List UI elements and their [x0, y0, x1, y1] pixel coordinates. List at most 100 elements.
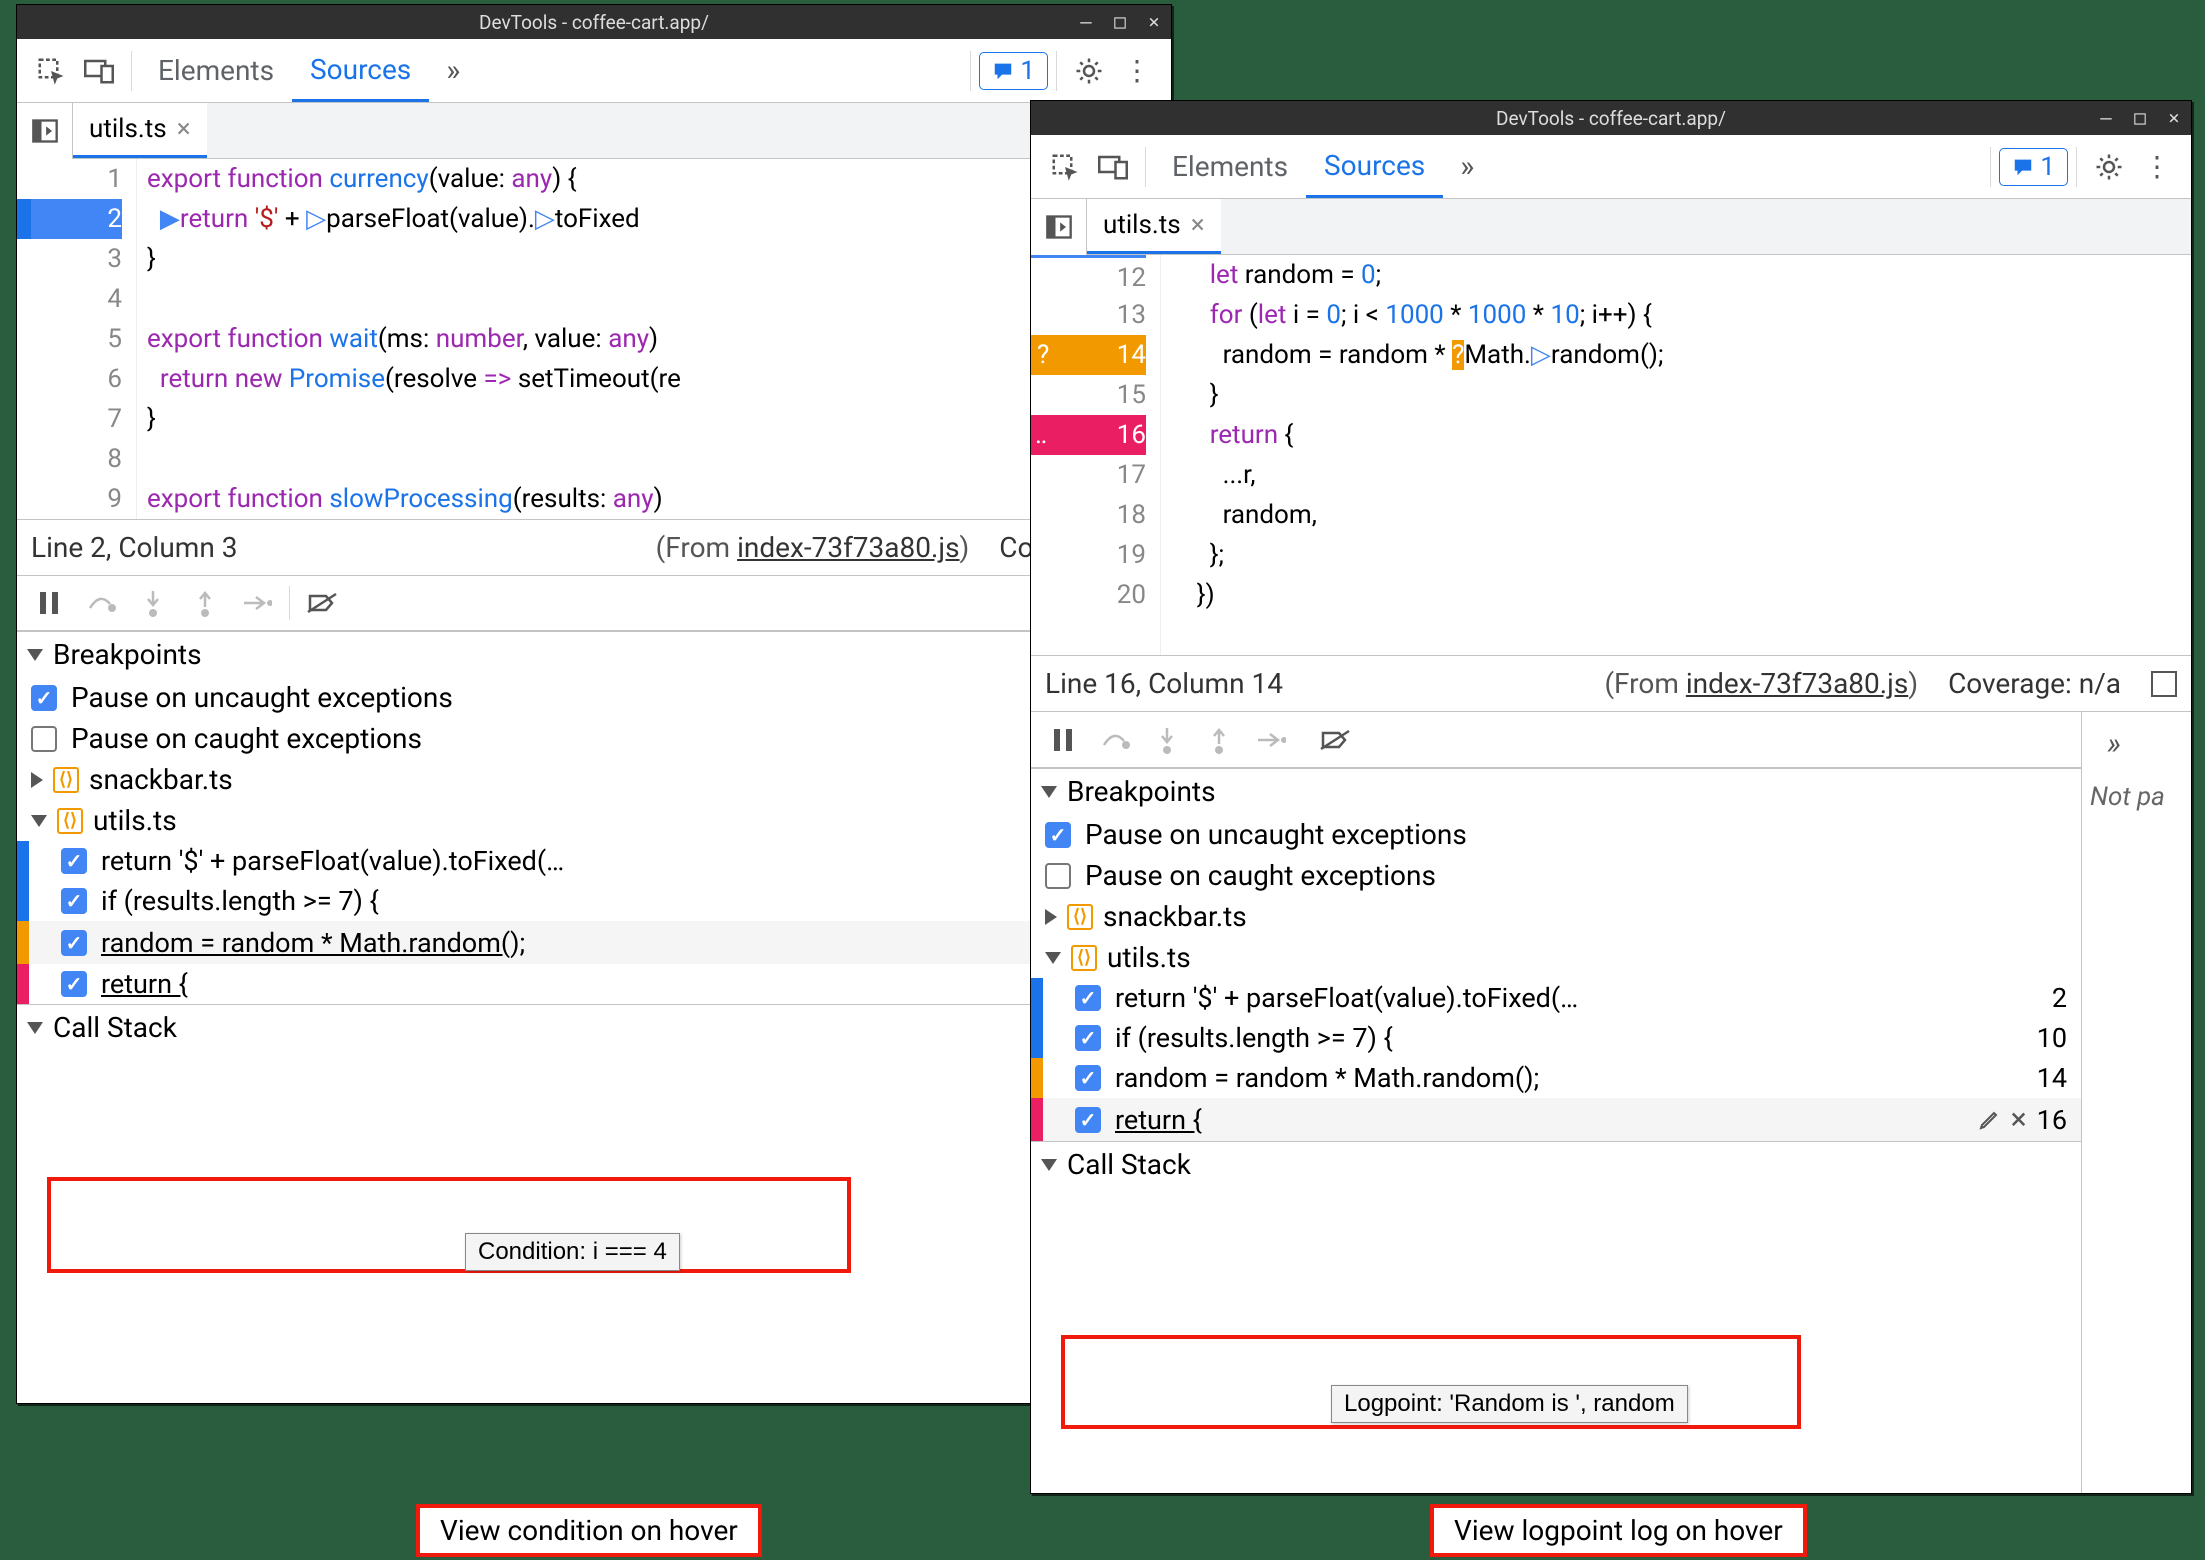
bp-file-snackbar[interactable]: ⟨⟩snackbar.ts [1031, 896, 2081, 937]
bp-file-utils[interactable]: ⟨⟩utils.ts [1031, 937, 2081, 978]
kebab-menu-icon[interactable]: ⋮ [1113, 47, 1161, 95]
file-tab-utils[interactable]: utils.ts × [73, 103, 207, 158]
deactivate-breakpoints-icon[interactable] [296, 577, 348, 629]
devtools-window-1: DevTools - coffee-cart.app/ — □ × Elemen… [16, 4, 1172, 1404]
tab-elements[interactable]: Elements [1154, 135, 1306, 198]
step-out-icon [179, 577, 231, 629]
devtools-window-2: DevTools - coffee-cart.app/ — □ × Elemen… [1030, 100, 2192, 1494]
minimize-button[interactable]: — [2089, 101, 2123, 135]
editor-statusbar: Line 16, Column 14 (From index-73f73a80.… [1031, 655, 2191, 711]
window-title: DevTools - coffee-cart.app/ [479, 11, 709, 34]
highlight-box [47, 1177, 851, 1273]
inspect-icon[interactable] [27, 47, 75, 95]
tabs-overflow-icon[interactable]: » [429, 47, 477, 95]
close-tab-icon[interactable]: × [177, 114, 191, 144]
tooltip: Condition: i === 4 [465, 1233, 680, 1271]
step-out-icon [1193, 714, 1245, 766]
file-tabbar: utils.ts× [1031, 199, 2191, 255]
settings-icon[interactable] [2085, 143, 2133, 191]
navigator-toggle-icon[interactable] [1031, 199, 1087, 255]
bp-row[interactable]: ✓return '$' + parseFloat(value).toFixed(… [1031, 978, 2081, 1018]
tab-elements[interactable]: Elements [140, 39, 292, 102]
code-area[interactable]: export function currency(value: any) { ▶… [137, 159, 681, 519]
file-tab-utils[interactable]: utils.ts× [1087, 199, 1221, 254]
close-tab-icon[interactable]: × [1191, 210, 1205, 240]
messages-badge[interactable]: 1 [1999, 148, 2068, 186]
call-stack-header[interactable]: Call Stack [17, 1005, 1171, 1050]
bp-row[interactable]: ✓return {16 [17, 964, 1171, 1004]
deactivate-breakpoints-icon[interactable] [1309, 714, 1361, 766]
pause-caught-row[interactable]: Pause on caught exceptions [17, 718, 1171, 759]
checkbox-icon[interactable]: ✓ [1075, 1107, 1101, 1133]
inspect-icon[interactable] [1041, 143, 1089, 191]
checkbox-icon[interactable]: ✓ [1045, 822, 1071, 848]
bp-file-snackbar[interactable]: ⟨⟩snackbar.ts [17, 759, 1171, 800]
titlebar: DevTools - coffee-cart.app/ — □ × [1031, 101, 2191, 135]
step-over-icon [75, 577, 127, 629]
debugger-toolbar [17, 575, 1171, 631]
bp-file-utils[interactable]: ⟨⟩utils.ts [17, 800, 1171, 841]
step-into-icon [127, 577, 179, 629]
code-area[interactable]: let random = 0; for (let i = 0; i < 1000… [1161, 255, 1663, 655]
bp-row[interactable]: ✓if (results.length >= 7) {10 [1031, 1018, 2081, 1058]
call-stack-panel: Call Stack [17, 1004, 1171, 1050]
breakpoints-header[interactable]: Breakpoints [17, 632, 1171, 677]
pause-caught-row[interactable]: Pause on caught exceptions [1031, 855, 2081, 896]
tab-sources[interactable]: Sources [292, 39, 429, 102]
device-toggle-icon[interactable] [75, 47, 123, 95]
coverage-status: Coverage: n/a [1948, 667, 2121, 700]
checkbox-icon[interactable]: ✓ [1075, 1065, 1101, 1091]
breakpoints-panel: Breakpoints ✓Pause on uncaught exception… [17, 631, 1171, 1004]
bp-row[interactable]: ✓return '$' + parseFloat(value).toFixed(… [17, 841, 1171, 881]
remove-icon[interactable]: × [2011, 1102, 2027, 1137]
tab-sources[interactable]: Sources [1306, 135, 1443, 198]
debugger-toolbar [1031, 712, 2081, 768]
pause-icon[interactable] [1037, 714, 1089, 766]
maximize-button[interactable]: □ [2123, 101, 2157, 135]
checkbox-icon[interactable]: ✓ [1075, 985, 1101, 1011]
right-pane: » Not pa [2081, 712, 2191, 1493]
coverage-toggle-icon[interactable] [2151, 671, 2177, 697]
bp-row[interactable]: ✓if (results.length >= 7) {10 [17, 881, 1171, 921]
checkbox-icon[interactable]: ✓ [31, 685, 57, 711]
code-editor[interactable]: 1 2 3 4 5 6 7 8 9 export function curren… [17, 159, 1171, 519]
device-toggle-icon[interactable] [1089, 143, 1137, 191]
checkbox-icon[interactable]: ✓ [61, 888, 87, 914]
bp-row-logpoint[interactable]: ✓return { × 16 [1031, 1098, 2081, 1141]
tooltip: Logpoint: 'Random is ', random [1331, 1385, 1688, 1423]
pause-uncaught-row[interactable]: ✓Pause on uncaught exceptions [1031, 814, 2081, 855]
pause-icon[interactable] [23, 577, 75, 629]
navigator-toggle-icon[interactable] [17, 103, 73, 159]
editor-statusbar: Line 2, Column 3 (From index-73f73a80.js… [17, 519, 1171, 575]
tabs-overflow-icon[interactable]: » [1443, 143, 1491, 191]
main-toolbar: Elements Sources » 1 ⋮ [1031, 135, 2191, 199]
messages-badge[interactable]: 1 [979, 52, 1048, 90]
step-into-icon [1141, 714, 1193, 766]
call-stack-header[interactable]: Call Stack [1031, 1142, 2081, 1187]
close-button[interactable]: × [1137, 5, 1171, 39]
pause-uncaught-row[interactable]: ✓Pause on uncaught exceptions [17, 677, 1171, 718]
bp-row-conditional[interactable]: ✓random = random * Math.random(); × 14 [17, 921, 1171, 964]
checkbox-icon[interactable]: ✓ [1075, 1025, 1101, 1051]
minimize-button[interactable]: — [1069, 5, 1103, 39]
call-stack-panel: Call Stack [1031, 1141, 2081, 1187]
close-button[interactable]: × [2157, 101, 2191, 135]
maximize-button[interactable]: □ [1103, 5, 1137, 39]
checkbox-icon[interactable]: ✓ [61, 971, 87, 997]
main-toolbar: Elements Sources » 1 ⋮ [17, 39, 1171, 103]
checkbox-icon[interactable]: ✓ [61, 848, 87, 874]
breakpoints-header[interactable]: Breakpoints [1031, 769, 2081, 814]
source-map-link[interactable]: index-73f73a80.js [737, 531, 959, 564]
kebab-menu-icon[interactable]: ⋮ [2133, 143, 2181, 191]
window-title: DevTools - coffee-cart.app/ [1496, 107, 1726, 130]
pane-overflow-icon[interactable]: » [2090, 720, 2138, 768]
edit-icon[interactable] [1977, 1108, 2001, 1132]
checkbox-icon[interactable] [31, 726, 57, 752]
checkbox-icon[interactable]: ✓ [61, 930, 87, 956]
bp-row[interactable]: ✓random = random * Math.random();14 [1031, 1058, 2081, 1098]
settings-icon[interactable] [1065, 47, 1113, 95]
code-editor[interactable]: 12 13 ?14 15 ‥16 17 18 19 20 let random … [1031, 255, 2191, 655]
checkbox-icon[interactable] [1045, 863, 1071, 889]
source-map-link[interactable]: index-73f73a80.js [1686, 667, 1908, 700]
step-icon [231, 577, 283, 629]
